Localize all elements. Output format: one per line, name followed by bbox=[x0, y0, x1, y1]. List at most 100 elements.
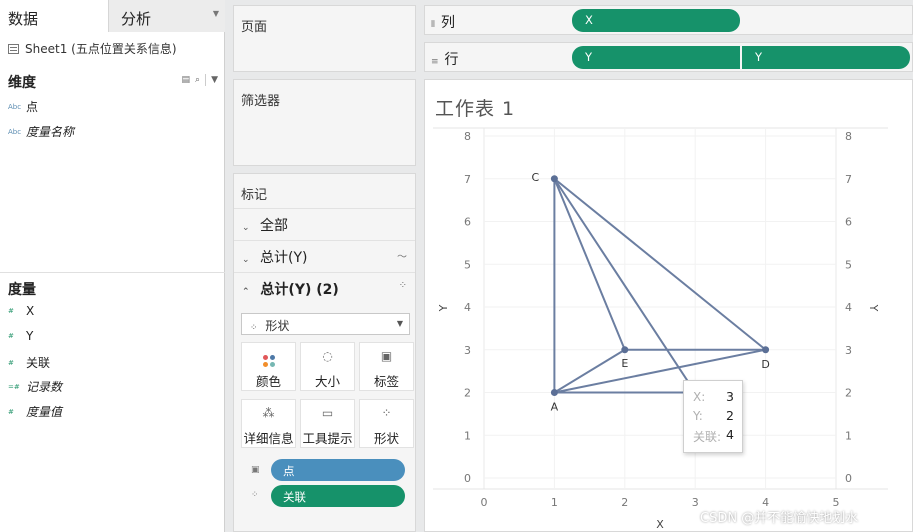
size-button[interactable]: ◌ 大小 bbox=[300, 342, 355, 391]
columns-shelf[interactable]: ⦀ 列 X bbox=[424, 5, 913, 35]
line-segments bbox=[553, 177, 767, 394]
data-point bbox=[550, 389, 558, 396]
measure-field[interactable]: # 度量值 bbox=[8, 403, 62, 420]
measure-field[interactable]: # X bbox=[8, 304, 34, 318]
tooltip-key-relation: 关联: bbox=[693, 430, 722, 444]
field-label: Y bbox=[26, 329, 34, 343]
calculated-number-icon: =# bbox=[8, 382, 20, 391]
columns-icon: ⦀ bbox=[431, 20, 435, 30]
label-button[interactable]: ▣ 标签 bbox=[359, 342, 414, 391]
measure-field[interactable]: # 关联 bbox=[8, 354, 50, 371]
rows-shelf[interactable]: ≡ 行 Y Y bbox=[424, 42, 913, 72]
dimension-field[interactable]: Abc 度量名称 bbox=[8, 123, 74, 140]
data-pane: 数据 分析 ▼ Sheet1 (五点位置关系信息) 维度 ▤ ⌕ ▼ Abc 点… bbox=[0, 0, 225, 532]
axis-ticks: 0 01 12 23 34 45 56 67 78 80 1 2 3 4 5Y YX bbox=[437, 130, 880, 531]
field-label: 关联 bbox=[26, 356, 51, 370]
number-type-icon: # bbox=[8, 358, 14, 367]
string-type-icon: Abc bbox=[8, 127, 22, 136]
y-tick-label-left: 7 bbox=[464, 173, 471, 186]
dimensions-tools: ▤ ⌕ ▼ bbox=[182, 74, 218, 86]
tooltip-value-y: 2 bbox=[726, 408, 734, 423]
marks-row-all[interactable]: ⌄ 全部 bbox=[234, 208, 415, 238]
chevron-down-icon[interactable]: ▼ bbox=[211, 75, 218, 85]
y-axis-title-left: Y bbox=[437, 304, 450, 312]
measure-field[interactable]: =# 记录数 bbox=[8, 378, 62, 395]
view-toggle-icon[interactable]: ▤ bbox=[182, 75, 191, 85]
color-label: 颜色 bbox=[255, 374, 281, 389]
label-icon: ▣ bbox=[380, 349, 393, 363]
point-label: A bbox=[551, 401, 559, 414]
field-label: 度量值 bbox=[26, 405, 63, 419]
chevron-down-icon: ⌄ bbox=[242, 255, 250, 265]
pages-card[interactable]: 页面 bbox=[233, 5, 416, 72]
tab-analysis-label: 分析 bbox=[121, 10, 152, 28]
marks-row-sum-y-2[interactable]: ⌃ 总计(Y) (2) ⁘ bbox=[234, 272, 415, 302]
row-pill-y-2[interactable]: Y bbox=[742, 46, 910, 69]
row-pill-y[interactable]: Y bbox=[572, 46, 740, 69]
tab-data[interactable]: 数据 bbox=[0, 0, 108, 32]
mark-type-label: 形状 bbox=[265, 319, 290, 333]
tooltip-value-relation: 4 bbox=[726, 427, 734, 442]
data-points: A C E D bbox=[532, 171, 770, 414]
columns-label: ⦀ 列 bbox=[431, 12, 455, 32]
field-pill-point[interactable]: 点 bbox=[271, 459, 405, 481]
field-label: 点 bbox=[26, 100, 39, 114]
detail-icon: ⁂ bbox=[262, 406, 275, 420]
number-type-icon: # bbox=[8, 307, 14, 315]
watermark-text: CSDN @并不能愉快地划水 bbox=[700, 511, 859, 526]
y-tick-label-left: 2 bbox=[464, 387, 471, 400]
rows-label: ≡ 行 bbox=[431, 49, 459, 69]
marks-row-label: 总计(Y) bbox=[260, 250, 308, 266]
chevron-down-icon: ▼ bbox=[396, 319, 403, 328]
y-tick-label-right: 3 bbox=[845, 344, 852, 357]
dimension-field[interactable]: Abc 点 bbox=[8, 98, 38, 115]
y-tick-label-right: 4 bbox=[845, 301, 852, 314]
tab-analysis[interactable]: 分析 ▼ bbox=[108, 0, 225, 32]
marks-row-sum-y[interactable]: ⌄ 总计(Y) 〜 bbox=[234, 240, 415, 270]
gridlines bbox=[433, 127, 888, 490]
y-tick-label-right: 7 bbox=[845, 173, 852, 186]
column-pill-x[interactable]: X bbox=[572, 9, 740, 32]
marks-title: 标记 bbox=[241, 188, 268, 203]
pages-title: 页面 bbox=[241, 20, 268, 35]
y-tick-label-left: 3 bbox=[464, 344, 471, 357]
size-label: 大小 bbox=[314, 374, 340, 389]
shape-button[interactable]: ⁘ 形状 bbox=[359, 399, 414, 448]
marks-row-label: 全部 bbox=[260, 218, 288, 234]
mark-type-dropdown[interactable]: ⁘ 形状 ▼ bbox=[241, 313, 410, 335]
tooltip-value-x: 3 bbox=[726, 389, 734, 404]
section-divider bbox=[0, 272, 225, 273]
field-label: 度量名称 bbox=[26, 125, 75, 139]
marks-row-label: 总计(Y) (2) bbox=[260, 282, 339, 298]
filters-title: 筛选器 bbox=[241, 94, 281, 109]
detail-button[interactable]: ⁂ 详细信息 bbox=[241, 399, 296, 448]
string-type-icon: Abc bbox=[8, 102, 22, 111]
label-encoding-icon: ▣ bbox=[251, 465, 260, 475]
shape-icon: ⁘ bbox=[381, 406, 392, 420]
point-label: E bbox=[621, 357, 628, 370]
color-button[interactable]: 颜色 bbox=[241, 342, 296, 391]
line-mark-icon: 〜 bbox=[397, 252, 407, 263]
search-icon[interactable]: ⌕ bbox=[195, 75, 200, 85]
chart[interactable]: 0 01 12 23 34 45 56 67 78 80 1 2 3 4 5Y YX ACE D bbox=[425, 80, 912, 531]
label-label: 标签 bbox=[373, 374, 399, 389]
filters-card[interactable]: 筛选器 bbox=[233, 79, 416, 166]
tooltip-key-x: X: bbox=[693, 390, 706, 404]
x-tick-label: 3 bbox=[692, 496, 699, 509]
y-tick-label-left: 8 bbox=[464, 130, 471, 143]
y-tick-label-left: 0 bbox=[464, 472, 471, 485]
detail-label: 详细信息 bbox=[243, 431, 294, 446]
field-pill-relation[interactable]: 关联 bbox=[271, 485, 405, 507]
shape-mark-icon: ⁘ bbox=[398, 280, 407, 291]
y-tick-label-right: 5 bbox=[845, 258, 852, 271]
chevron-down-icon[interactable]: ▼ bbox=[213, 9, 219, 18]
y-tick-label-left: 5 bbox=[464, 258, 471, 271]
tooltip-button[interactable]: ▭ 工具提示 bbox=[300, 399, 355, 448]
y-tick-label-left: 6 bbox=[464, 216, 471, 229]
datasource-item[interactable]: Sheet1 (五点位置关系信息) bbox=[8, 40, 177, 57]
data-point bbox=[762, 346, 770, 354]
measure-field[interactable]: # Y bbox=[8, 329, 33, 343]
x-tick-label: 2 bbox=[621, 496, 628, 509]
y-tick-label-right: 0 bbox=[845, 472, 852, 485]
datasource-label: Sheet1 (五点位置关系信息) bbox=[25, 42, 177, 56]
